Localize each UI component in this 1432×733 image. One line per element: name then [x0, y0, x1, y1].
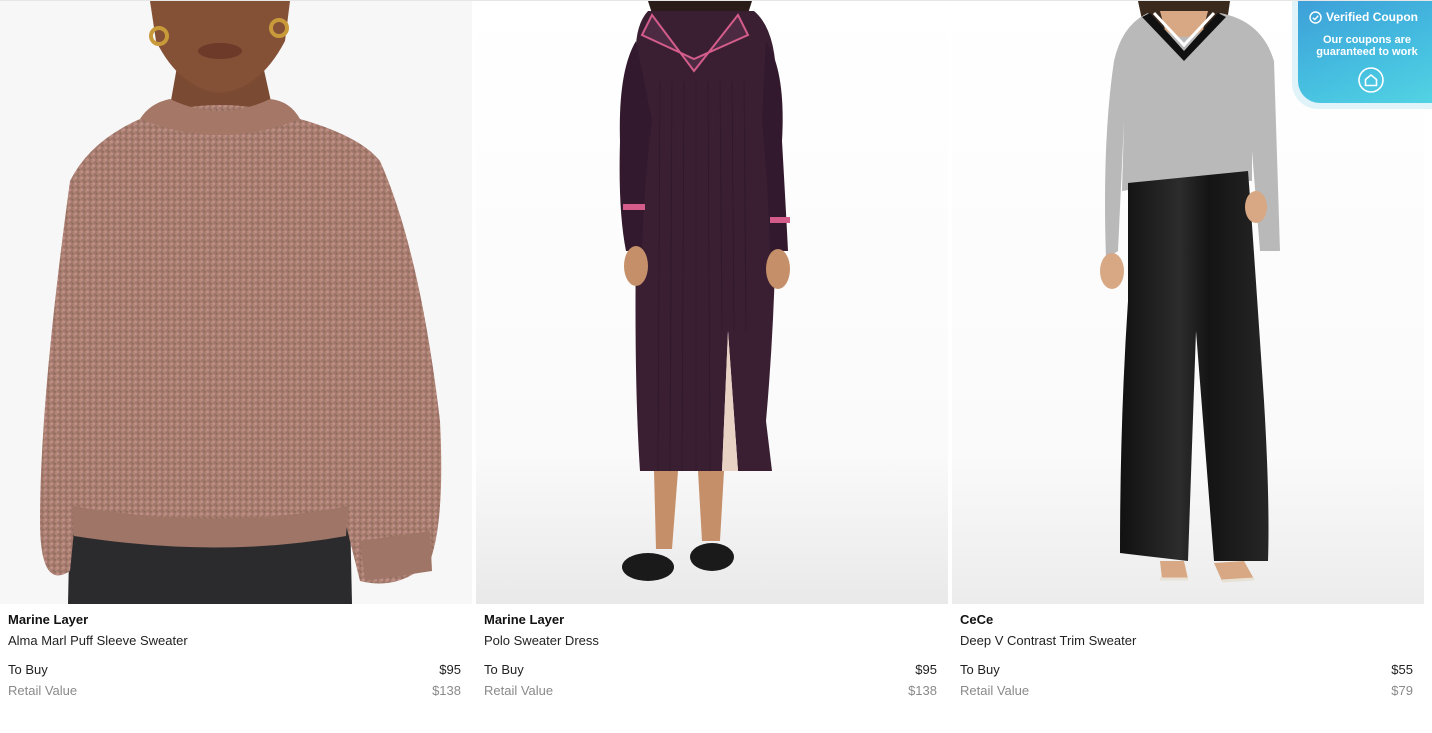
retail-value-price: $79	[1391, 683, 1413, 698]
retail-value-label: Retail Value	[960, 683, 1030, 698]
product-card[interactable]: Marine Layer Polo Sweater Dress To Buy $…	[476, 1, 948, 733]
product-brand: Marine Layer	[8, 612, 89, 627]
product-brand: Marine Layer	[484, 612, 565, 627]
retail-value-price: $138	[908, 683, 937, 698]
product-card[interactable]: Marine Layer Alma Marl Puff Sleeve Sweat…	[0, 1, 472, 733]
to-buy-label: To Buy	[960, 662, 1000, 677]
sweater-photo-illustration	[0, 1, 472, 604]
verified-coupon-panel: Verified Coupon Our coupons are guarante…	[1298, 1, 1432, 103]
product-image-sweater[interactable]	[0, 1, 472, 604]
product-grid: Marine Layer Alma Marl Puff Sleeve Sweat…	[0, 1, 1432, 733]
product-grid-page: Marine Layer Alma Marl Puff Sleeve Sweat…	[0, 0, 1432, 733]
product-name[interactable]: Polo Sweater Dress	[484, 633, 599, 648]
product-brand: CeCe	[960, 612, 994, 627]
dress-photo-illustration	[476, 1, 948, 604]
product-card[interactable]: CeCe Deep V Contrast Trim Sweater To Buy…	[952, 1, 1424, 733]
to-buy-label: To Buy	[484, 662, 524, 677]
product-image-dress[interactable]	[476, 1, 948, 604]
verified-coupon-title: Verified Coupon	[1309, 10, 1418, 24]
to-buy-price: $95	[915, 662, 937, 677]
product-name[interactable]: Deep V Contrast Trim Sweater	[960, 633, 1136, 648]
retail-value-price: $138	[432, 683, 461, 698]
check-circle-icon	[1309, 10, 1322, 24]
verified-coupon-badge[interactable]: Verified Coupon Our coupons are guarante…	[1292, 1, 1432, 109]
product-name[interactable]: Alma Marl Puff Sleeve Sweater	[8, 633, 188, 648]
verified-coupon-subtitle: Our coupons are guaranteed to work	[1316, 34, 1418, 58]
verified-coupon-title-text: Verified Coupon	[1326, 10, 1419, 24]
to-buy-price: $55	[1391, 662, 1413, 677]
retail-value-label: Retail Value	[484, 683, 554, 698]
to-buy-label: To Buy	[8, 662, 48, 677]
to-buy-price: $95	[439, 662, 461, 677]
retail-value-label: Retail Value	[8, 683, 78, 698]
home-icon[interactable]	[1358, 67, 1384, 93]
